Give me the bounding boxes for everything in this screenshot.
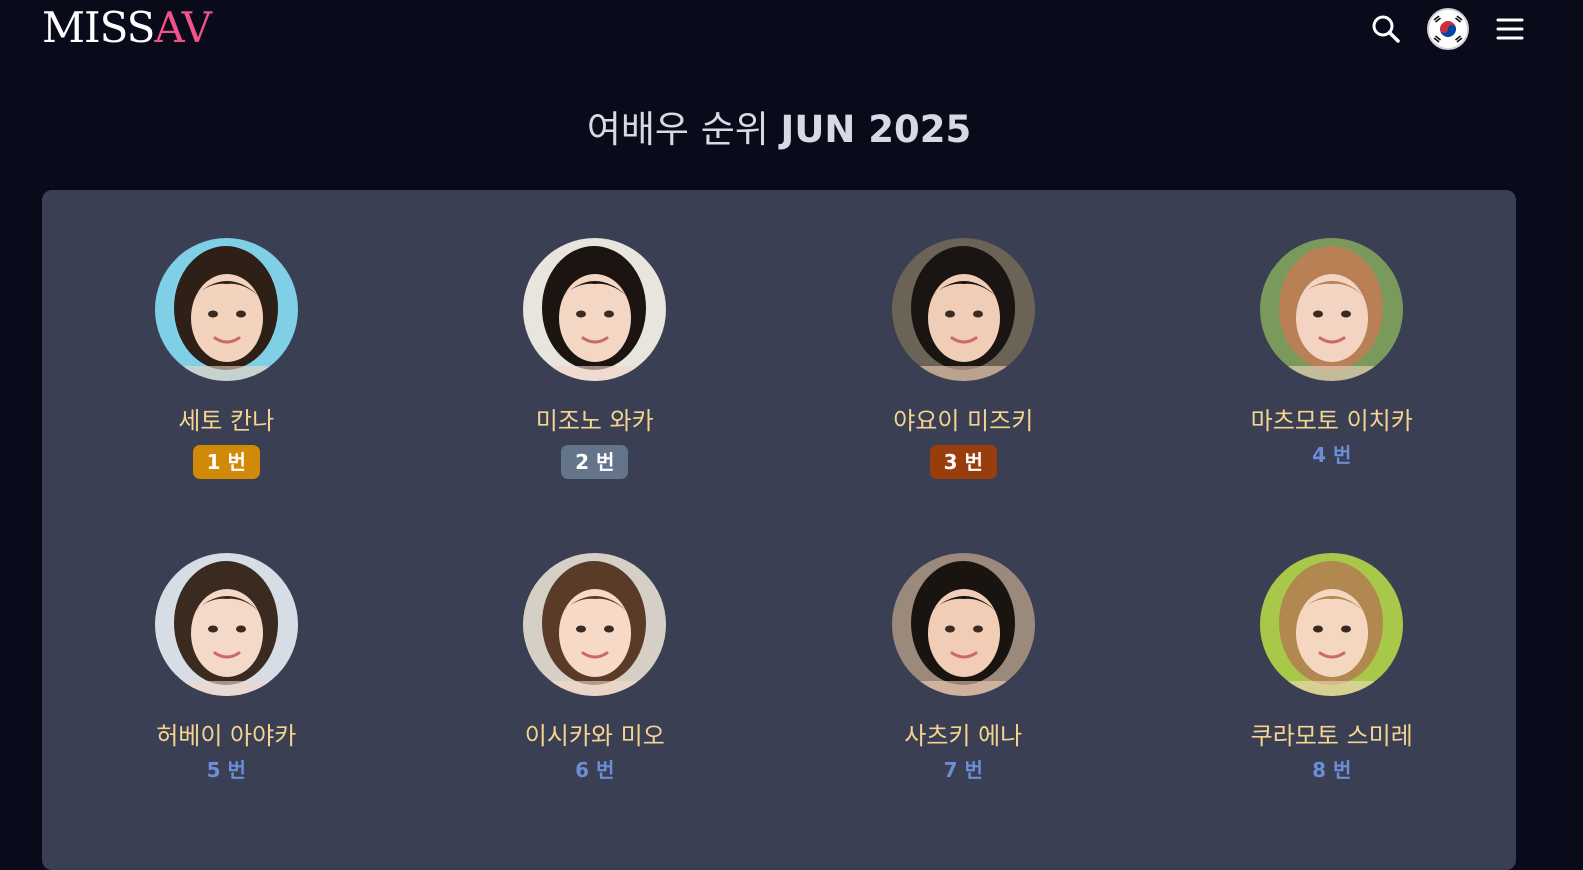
- actress-avatar[interactable]: [154, 238, 298, 381]
- rank-badge: 1 번: [192, 445, 260, 479]
- actress-avatar[interactable]: [891, 553, 1035, 696]
- actress-card[interactable]: 사츠키 에나 7 번: [779, 553, 1148, 868]
- korea-flag-icon: [1427, 8, 1469, 50]
- actress-card[interactable]: 이시카와 미오 6 번: [411, 553, 780, 868]
- actress-avatar[interactable]: [154, 553, 298, 696]
- actress-card[interactable]: 세토 칸나 1 번: [42, 238, 411, 553]
- logo-av-text: AV: [154, 3, 212, 52]
- header-actions: [1365, 8, 1531, 50]
- language-selector[interactable]: [1427, 8, 1469, 50]
- actress-name[interactable]: 쿠라모토 스미레: [1251, 720, 1413, 752]
- page-title-date: JUN 2025: [780, 108, 972, 151]
- actress-card[interactable]: 야요이 미즈키 3 번: [779, 238, 1148, 553]
- actress-grid: 세토 칸나 1 번 미조노 와카 2 번 야요이 미즈키 3 번 마츠모토 이치카 4 번허베…: [42, 238, 1516, 868]
- rank-badge: 3 번: [929, 445, 997, 479]
- actress-avatar[interactable]: [1260, 238, 1404, 381]
- rank-badge: 2 번: [561, 445, 629, 479]
- actress-card[interactable]: 쿠라모토 스미레 8 번: [1148, 553, 1517, 868]
- actress-name[interactable]: 허베이 아야카: [156, 720, 296, 752]
- actress-avatar[interactable]: [523, 553, 667, 696]
- actress-card[interactable]: 마츠모토 이치카 4 번: [1148, 238, 1517, 553]
- actress-name[interactable]: 사츠키 에나: [904, 720, 1022, 752]
- actress-name[interactable]: 마츠모토 이치카: [1251, 405, 1413, 437]
- actress-name[interactable]: 미조노 와카: [536, 405, 654, 437]
- page-title-label: 여배우 순위: [586, 108, 769, 151]
- site-logo[interactable]: MISSAV: [42, 2, 212, 54]
- actress-avatar[interactable]: [1260, 553, 1404, 696]
- actress-name[interactable]: 세토 칸나: [178, 405, 274, 437]
- actress-avatar[interactable]: [523, 238, 667, 381]
- actress-name[interactable]: 야요이 미즈키: [893, 405, 1033, 437]
- actress-ranking-panel: 세토 칸나 1 번 미조노 와카 2 번 야요이 미즈키 3 번 마츠모토 이치카 4 번허베…: [42, 190, 1516, 870]
- rank-label: 8 번: [1312, 758, 1352, 782]
- rank-label: 6 번: [575, 758, 615, 782]
- actress-card[interactable]: 허베이 아야카 5 번: [42, 553, 411, 868]
- top-navigation-bar: MISSAV: [0, 0, 1583, 60]
- actress-avatar[interactable]: [891, 238, 1035, 381]
- rank-label: 4 번: [1312, 443, 1352, 467]
- logo-miss-text: MISS: [42, 3, 155, 52]
- rank-label: 7 번: [943, 758, 983, 782]
- page-title: 여배우 순위 JUN 2025: [0, 104, 1558, 156]
- actress-name[interactable]: 이시카와 미오: [525, 720, 665, 752]
- hamburger-menu-icon[interactable]: [1489, 8, 1531, 50]
- search-icon[interactable]: [1365, 8, 1407, 50]
- actress-card[interactable]: 미조노 와카 2 번: [411, 238, 780, 553]
- rank-label: 5 번: [206, 758, 246, 782]
